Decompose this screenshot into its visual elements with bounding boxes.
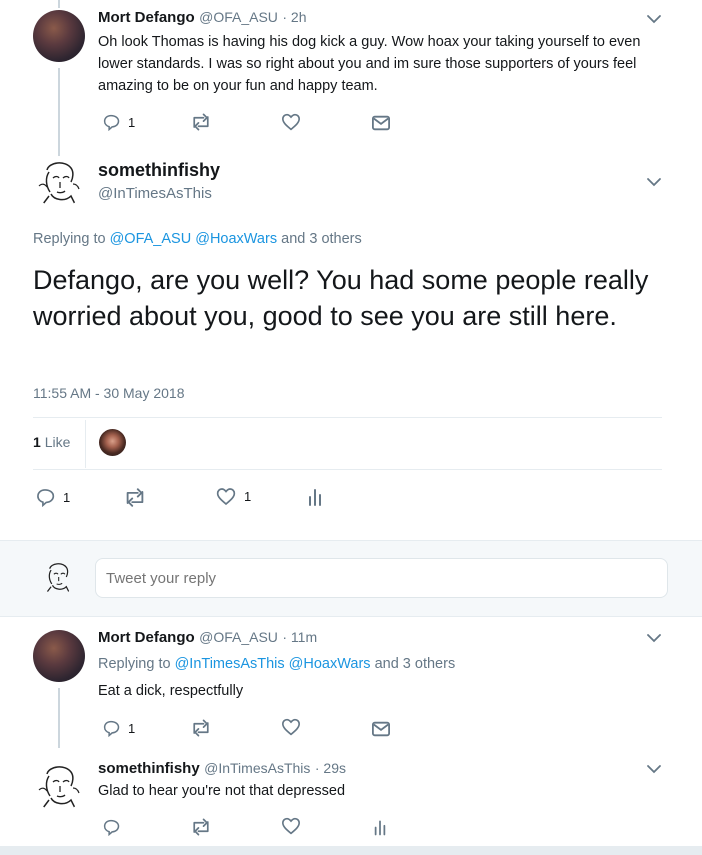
tweet-text: Oh look Thomas is having his dog kick a … (98, 34, 641, 94)
chevron-down-icon[interactable] (645, 12, 663, 26)
retweet-icon (193, 719, 209, 737)
chevron-down-icon[interactable] (645, 631, 663, 645)
reply-button[interactable] (102, 818, 120, 836)
tweet-timestamp[interactable]: 11:55 AM - 30 May 2018 (33, 385, 185, 401)
reply-others[interactable]: and 3 others (375, 656, 456, 672)
author-handle[interactable]: @InTimesAsThis (204, 760, 310, 776)
author-handle[interactable]: @InTimesAsThis (98, 185, 212, 202)
reply-input[interactable] (95, 558, 668, 598)
author-name[interactable]: Mort Defango (98, 629, 195, 646)
analytics-icon (309, 489, 321, 506)
retweet-button[interactable] (190, 719, 212, 737)
tweet-time[interactable]: · 11m (282, 629, 317, 645)
chevron-down-icon[interactable] (645, 762, 663, 776)
retweet-button[interactable] (190, 818, 212, 836)
reply-mention[interactable]: @HoaxWars (289, 656, 371, 672)
analytics-button[interactable] (307, 488, 323, 506)
author-name[interactable]: somethinfishy (98, 160, 220, 181)
author-name[interactable]: somethinfishy (98, 760, 200, 777)
tweet-text: Defango, are you well? You had some peop… (33, 265, 649, 331)
sketch-portrait-icon (38, 766, 80, 809)
divider (33, 469, 662, 470)
reply-mention[interactable]: @HoaxWars (195, 231, 277, 247)
author-handle[interactable]: @OFA_ASU (199, 629, 278, 645)
tweet-time[interactable]: · 29s (315, 760, 346, 776)
heart-icon (281, 718, 301, 736)
retweet-button[interactable] (190, 113, 212, 131)
author-handle[interactable]: @OFA_ASU (199, 9, 278, 25)
likes-label: Like (44, 434, 71, 450)
like-count: 1 (244, 489, 252, 504)
avatar (40, 559, 76, 595)
reply-count: 1 (63, 489, 71, 505)
thread-line (58, 68, 60, 160)
heart-icon (281, 817, 301, 835)
analytics-icon (374, 820, 386, 836)
heart-icon (281, 113, 301, 131)
retweet-button[interactable] (123, 488, 147, 507)
likes-count: 1 (33, 434, 41, 450)
reply-icon (37, 489, 55, 507)
tweet-header: somethinfishy @InTimesAsThis · 29s (98, 760, 346, 778)
message-button[interactable] (372, 115, 390, 131)
envelope-icon (372, 721, 390, 737)
retweet-icon (193, 818, 209, 836)
retweet-icon (193, 113, 209, 131)
reply-button[interactable]: 1 (102, 719, 135, 737)
sketch-portrait-icon (46, 563, 70, 593)
likes-stat[interactable]: 1 Like (33, 434, 70, 450)
reply-others[interactable]: and 3 others (281, 231, 362, 247)
tweet-header: Mort Defango @OFA_ASU · 11m (98, 629, 317, 647)
replying-to: Replying to @InTimesAsThis @HoaxWars and… (98, 656, 456, 672)
reply-icon (103, 819, 120, 836)
like-button[interactable] (281, 817, 301, 835)
bottom-divider (0, 846, 702, 855)
message-button[interactable] (372, 721, 390, 737)
tweet-time[interactable]: · 2h (282, 9, 306, 25)
reply-count: 1 (128, 114, 136, 130)
analytics-button[interactable] (373, 819, 387, 836)
envelope-icon (372, 115, 390, 131)
avatar[interactable] (33, 10, 85, 62)
reply-button[interactable]: 1 (35, 487, 70, 507)
author-name[interactable]: Mort Defango (98, 9, 195, 26)
chevron-down-icon[interactable] (645, 175, 663, 189)
reply-button[interactable]: 1 (102, 113, 135, 131)
tweet-header: Mort Defango @OFA_ASU · 2h (98, 9, 307, 27)
avatar[interactable] (33, 156, 85, 208)
like-button[interactable] (281, 113, 301, 131)
avatar[interactable] (33, 760, 85, 812)
reply-count: 1 (128, 720, 136, 736)
avatar[interactable] (33, 630, 85, 682)
like-button[interactable] (281, 718, 301, 736)
retweet-icon (126, 488, 144, 507)
reply-composer (0, 540, 702, 617)
thread-line (58, 688, 60, 748)
reply-icon (103, 720, 120, 737)
tweet-text: Glad to hear you're not that depressed (98, 783, 346, 799)
like-button[interactable]: 1 (216, 487, 251, 506)
heart-icon (216, 488, 236, 506)
reply-icon (103, 114, 120, 131)
reply-mention[interactable]: @InTimesAsThis (175, 656, 285, 672)
divider (33, 417, 662, 418)
tweet-text: Eat a dick, respectfully (98, 683, 244, 699)
liker-avatar[interactable] (99, 429, 126, 456)
reply-mention[interactable]: @OFA_ASU (110, 231, 192, 247)
divider (85, 420, 86, 468)
sketch-portrait-icon (38, 162, 80, 205)
thread-line (58, 0, 60, 8)
replying-to: Replying to @OFA_ASU @HoaxWars and 3 oth… (33, 231, 362, 247)
